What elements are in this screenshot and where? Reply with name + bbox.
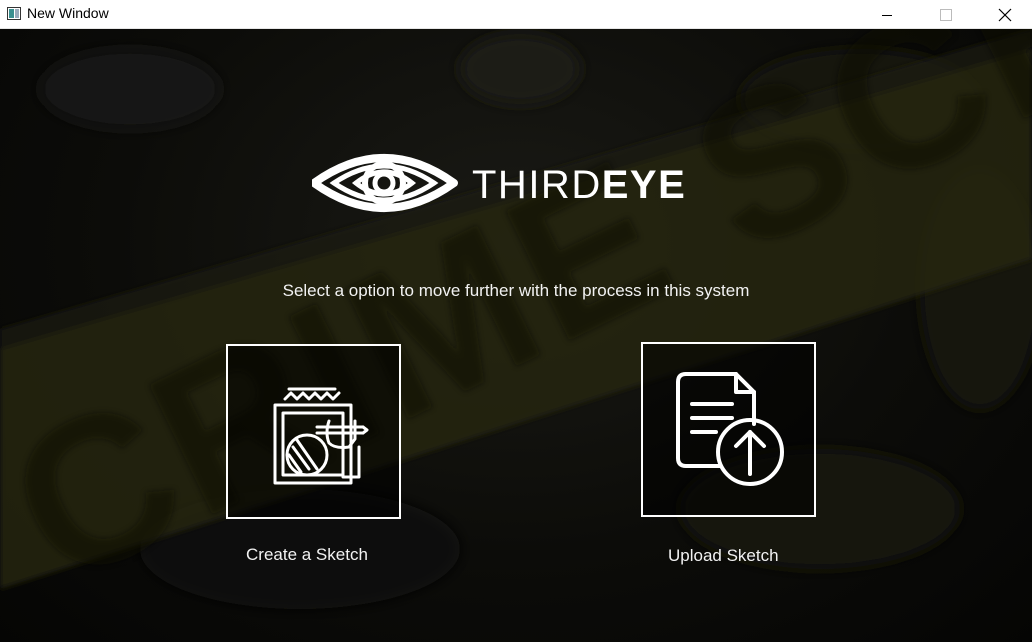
document-upload-icon	[675, 371, 784, 486]
brand-name-thin: THIRD	[472, 163, 602, 207]
maximize-icon	[940, 8, 952, 21]
app-icon	[7, 7, 21, 20]
brand-name-bold: EYE	[601, 163, 687, 207]
close-icon	[998, 8, 1012, 21]
upload-sketch-label[interactable]: Upload Sketch	[668, 546, 779, 566]
window-title: New Window	[27, 5, 109, 21]
minimize-button[interactable]	[857, 0, 917, 29]
minimize-icon	[882, 14, 892, 16]
main-content: CRIME SCENE DO NOT THIRDEYE Select a opt…	[0, 29, 1032, 642]
instruction-text: Select a option to move further with the…	[282, 281, 750, 300]
maximize-button[interactable]	[916, 0, 976, 29]
close-button[interactable]	[975, 0, 1032, 29]
sketch-drawing-icon	[273, 387, 368, 484]
crime-scene-background: CRIME SCENE DO NOT	[0, 29, 1032, 629]
create-sketch-label[interactable]: Create a Sketch	[246, 545, 368, 565]
window-titlebar: New Window	[0, 0, 1032, 29]
brand-name: THIRDEYE	[472, 163, 686, 208]
create-sketch-button[interactable]	[226, 344, 401, 519]
upload-sketch-button[interactable]	[641, 342, 816, 517]
